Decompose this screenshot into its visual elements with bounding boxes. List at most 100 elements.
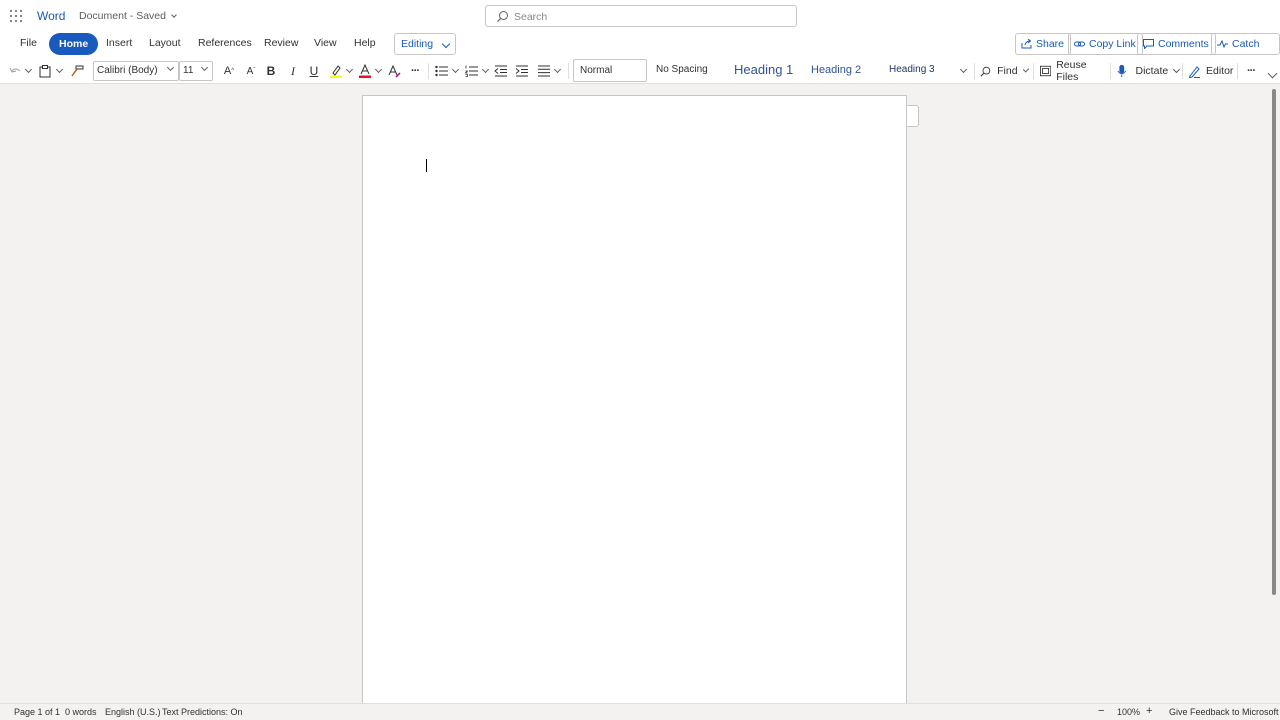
more-options-button[interactable]: ··· xyxy=(1242,62,1260,80)
copy-link-button[interactable]: Copy Link xyxy=(1068,33,1143,55)
undo-button[interactable] xyxy=(8,62,22,80)
document-page[interactable] xyxy=(362,95,907,705)
chevron-down-icon xyxy=(24,65,32,74)
app-launcher-icon[interactable] xyxy=(10,10,22,22)
grow-font-button[interactable]: A ^ xyxy=(222,62,236,80)
tab-review[interactable]: Review xyxy=(264,37,298,49)
align-left-icon xyxy=(538,65,550,77)
page-side-tab[interactable] xyxy=(907,105,919,127)
chevron-down-icon xyxy=(1173,66,1181,73)
share-icon xyxy=(1021,39,1032,49)
reuse-files-button[interactable]: Reuse Files xyxy=(1040,59,1104,83)
document-title[interactable]: Document - Saved xyxy=(79,10,177,22)
format-painter-icon xyxy=(70,65,83,77)
tab-references[interactable]: References xyxy=(198,37,252,49)
reuse-files-label: Reuse Files xyxy=(1056,59,1087,83)
underline-button[interactable]: U xyxy=(308,62,320,80)
chevron-down-icon xyxy=(553,65,561,74)
tab-file[interactable]: File xyxy=(20,37,37,49)
status-bar: Page 1 of 1 0 words English (U.S.) Text … xyxy=(0,703,1280,720)
find-label: Find xyxy=(997,65,1018,77)
tab-home[interactable]: Home xyxy=(49,33,99,55)
feedback-link[interactable]: Give Feedback to Microsoft xyxy=(1169,707,1279,717)
document-canvas[interactable] xyxy=(0,85,1268,705)
increase-indent-button[interactable] xyxy=(515,62,529,80)
chevron-down-icon xyxy=(345,65,353,74)
font-size-value: 11 xyxy=(183,65,194,76)
share-button[interactable]: Share xyxy=(1015,33,1072,55)
alignment-button[interactable] xyxy=(537,62,551,80)
language-status[interactable]: English (U.S.) xyxy=(105,707,161,717)
tab-insert[interactable]: Insert xyxy=(106,37,132,49)
numbering-dropdown[interactable] xyxy=(481,62,489,80)
chevron-down-icon xyxy=(55,65,63,74)
clear-formatting-button[interactable] xyxy=(388,62,402,80)
ribbon-tabs: File Home Insert Layout References Revie… xyxy=(0,32,1280,70)
comments-button[interactable]: Comments xyxy=(1137,33,1216,55)
ribbon-divider xyxy=(1033,63,1034,79)
share-label: Share xyxy=(1036,38,1065,50)
chevron-down-icon xyxy=(959,65,967,74)
zoom-out-button[interactable]: − xyxy=(1098,705,1104,717)
reuse-files-icon xyxy=(1040,65,1052,77)
style-no-spacing[interactable]: No Spacing xyxy=(656,59,726,82)
tab-view[interactable]: View xyxy=(314,37,337,49)
caret-up-icon: ^ xyxy=(231,68,235,74)
app-name[interactable]: Word xyxy=(37,9,65,23)
styles-gallery: Normal No Spacing Heading 1 Heading 2 He… xyxy=(572,59,970,82)
decrease-indent-button[interactable] xyxy=(494,62,508,80)
activity-icon xyxy=(1217,39,1228,49)
font-name-select[interactable]: Calibri (Body) xyxy=(93,61,179,81)
ribbon-divider xyxy=(1110,63,1111,79)
editor-button[interactable]: Editor xyxy=(1188,62,1234,80)
more-font-options-button[interactable]: ··· xyxy=(408,62,422,80)
zoom-in-button[interactable]: + xyxy=(1146,705,1152,717)
chevron-down-icon xyxy=(200,63,209,72)
shrink-font-button[interactable]: Aˇ xyxy=(244,62,258,80)
tab-help[interactable]: Help xyxy=(354,37,376,49)
search-icon xyxy=(497,11,508,22)
style-heading-1[interactable]: Heading 1 xyxy=(734,59,808,82)
zoom-level[interactable]: 100% xyxy=(1117,707,1140,717)
font-size-select[interactable]: 11 xyxy=(179,61,213,81)
tab-layout[interactable]: Layout xyxy=(149,37,181,49)
link-icon xyxy=(1074,41,1085,47)
chevron-down-icon xyxy=(166,63,175,72)
paste-button[interactable] xyxy=(38,62,52,80)
italic-button[interactable]: I xyxy=(287,62,299,80)
style-normal[interactable]: Normal xyxy=(573,59,647,82)
alignment-dropdown[interactable] xyxy=(553,62,561,80)
highlighter-icon xyxy=(330,65,342,78)
catch-up-button[interactable]: Catch up xyxy=(1211,33,1280,70)
paste-dropdown[interactable] xyxy=(55,62,63,80)
bullets-dropdown[interactable] xyxy=(451,62,459,80)
ribbon-divider xyxy=(1182,63,1183,79)
font-name-value: Calibri (Body) xyxy=(97,65,158,76)
dictate-button[interactable]: Dictate xyxy=(1117,62,1181,80)
find-button[interactable]: Find xyxy=(980,62,1030,80)
editor-pen-icon xyxy=(1188,65,1200,78)
bullets-button[interactable] xyxy=(435,62,449,80)
word-count[interactable]: 0 words xyxy=(65,707,97,717)
styles-expand-button[interactable] xyxy=(958,62,968,80)
increase-indent-icon xyxy=(515,65,528,77)
bold-button[interactable]: B xyxy=(265,62,277,80)
undo-dropdown[interactable] xyxy=(24,62,32,80)
highlight-button[interactable] xyxy=(329,62,343,80)
text-predictions-status[interactable]: Text Predictions: On xyxy=(162,707,243,717)
vertical-scrollbar[interactable] xyxy=(1268,85,1280,703)
highlight-dropdown[interactable] xyxy=(345,62,353,80)
ribbon-divider xyxy=(974,63,975,79)
chevron-down-icon xyxy=(451,65,459,74)
font-color-dropdown[interactable] xyxy=(374,62,382,80)
scrollbar-thumb[interactable] xyxy=(1272,89,1276,595)
font-color-button[interactable] xyxy=(358,62,372,80)
dictate-label: Dictate xyxy=(1135,65,1169,77)
numbered-list-icon xyxy=(465,65,478,77)
style-heading-3[interactable]: Heading 3 xyxy=(889,59,959,82)
numbering-button[interactable] xyxy=(465,62,479,80)
search-box[interactable]: Search xyxy=(485,5,797,27)
editing-mode-button[interactable]: Editing xyxy=(394,33,457,55)
style-heading-2[interactable]: Heading 2 xyxy=(811,59,885,82)
format-painter-button[interactable] xyxy=(70,62,84,80)
